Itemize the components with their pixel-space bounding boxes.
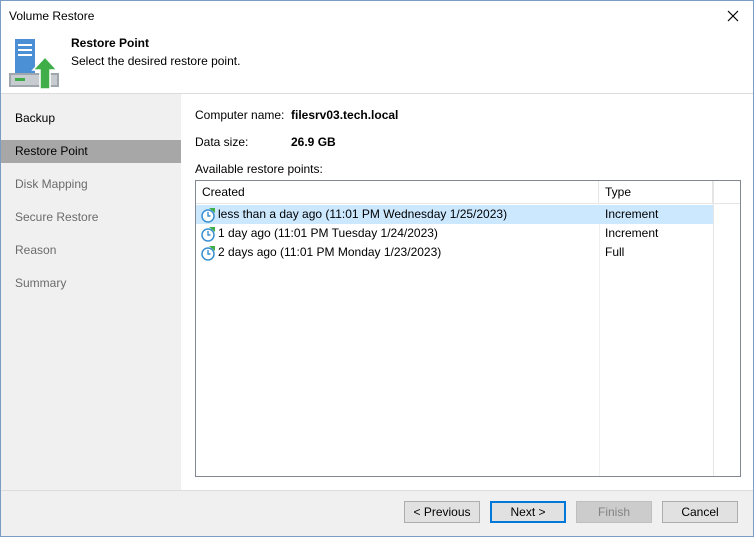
table-row[interactable]: 2 days ago (11:01 PM Monday 1/23/2023) F…: [196, 243, 713, 262]
cell-created: less than a day ago (11:01 PM Wednesday …: [200, 205, 598, 224]
next-button[interactable]: Next >: [490, 501, 566, 523]
computer-name-label: Computer name:: [195, 108, 285, 122]
step-backup[interactable]: Backup: [1, 107, 181, 130]
page-subtitle: Select the desired restore point.: [71, 54, 241, 68]
restore-point-created: 2 days ago (11:01 PM Monday 1/23/2023): [218, 245, 442, 259]
data-size-label: Data size:: [195, 135, 249, 149]
step-restore-point[interactable]: Restore Point: [1, 140, 181, 163]
table-row[interactable]: less than a day ago (11:01 PM Wednesday …: [196, 205, 713, 224]
wizard-steps-nav: Backup Restore Point Disk Mapping Secure…: [1, 94, 181, 491]
step-reason[interactable]: Reason: [1, 239, 181, 262]
cell-created: 2 days ago (11:01 PM Monday 1/23/2023): [200, 243, 598, 262]
finish-button[interactable]: Finish: [576, 501, 652, 523]
restore-point-icon: [201, 245, 215, 261]
restore-point-type: Increment: [605, 207, 659, 221]
volume-restore-icon: [9, 39, 59, 90]
restore-point-icon: [201, 207, 215, 223]
list-header: Created Type: [196, 181, 740, 204]
restore-point-type: Increment: [605, 226, 659, 240]
restore-points-label: Available restore points:: [195, 162, 323, 176]
window-title: Volume Restore: [9, 9, 95, 23]
computer-name-value: filesrv03.tech.local: [291, 108, 399, 122]
restore-point-type: Full: [605, 245, 625, 259]
wizard-footer: < Previous Next > Finish Cancel: [1, 490, 753, 536]
title-bar: Volume Restore: [1, 1, 753, 31]
step-secure-restore[interactable]: Secure Restore: [1, 206, 181, 229]
wizard-content: Computer name: filesrv03.tech.local Data…: [181, 94, 753, 491]
data-size-value: 26.9 GB: [291, 135, 336, 149]
cell-created: 1 day ago (11:01 PM Tuesday 1/24/2023): [200, 224, 598, 243]
close-button[interactable]: [721, 5, 745, 27]
step-summary[interactable]: Summary: [1, 272, 181, 295]
previous-button[interactable]: < Previous: [404, 501, 480, 523]
restore-point-created: 1 day ago (11:01 PM Tuesday 1/24/2023): [218, 226, 438, 240]
wizard-header: Restore Point Select the desired restore…: [1, 31, 753, 93]
restore-point-icon: [201, 226, 215, 242]
restore-points-list[interactable]: Created Type less than a day ago (11:01 …: [195, 180, 741, 477]
column-divider: [713, 181, 714, 476]
close-icon: [727, 10, 739, 22]
cancel-button[interactable]: Cancel: [662, 501, 738, 523]
page-title: Restore Point: [71, 36, 150, 50]
volume-restore-window: Volume Restore Restore Point Select the …: [0, 0, 754, 537]
table-row[interactable]: 1 day ago (11:01 PM Tuesday 1/24/2023) I…: [196, 224, 713, 243]
column-header-created[interactable]: Created: [196, 181, 599, 203]
column-header-type[interactable]: Type: [599, 181, 713, 203]
step-disk-mapping[interactable]: Disk Mapping: [1, 173, 181, 196]
restore-point-created: less than a day ago (11:01 PM Wednesday …: [218, 207, 508, 221]
wizard-body: Backup Restore Point Disk Mapping Secure…: [1, 93, 753, 491]
